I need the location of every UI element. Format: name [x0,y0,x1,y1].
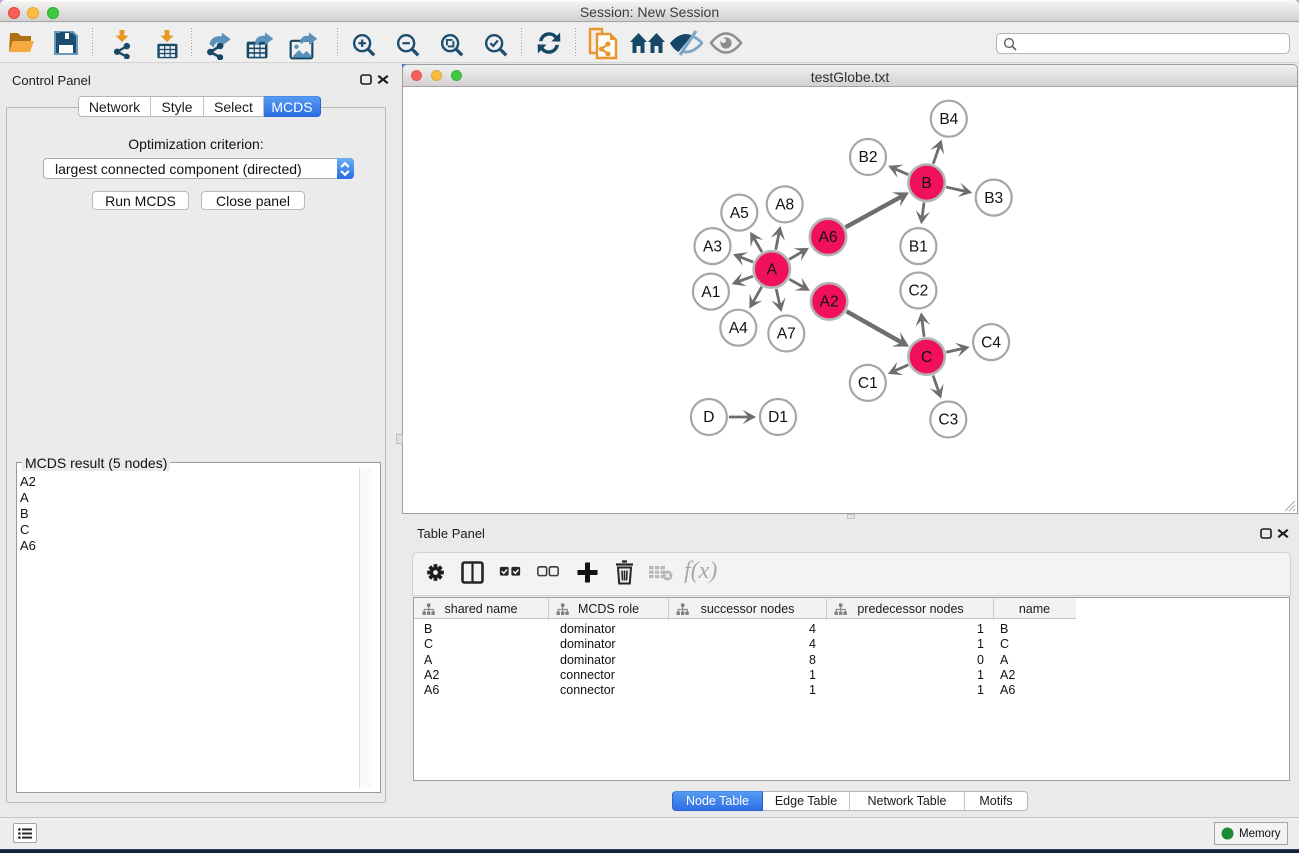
svg-text:A3: A3 [703,238,722,255]
svg-text:B4: B4 [939,111,958,128]
svg-text:A8: A8 [775,197,794,214]
svg-text:B3: B3 [984,190,1003,207]
svg-text:A7: A7 [777,326,796,343]
svg-text:D1: D1 [768,409,788,426]
svg-text:C4: C4 [981,334,1001,351]
svg-text:B2: B2 [859,149,878,166]
svg-text:C: C [921,349,932,366]
svg-text:A1: A1 [701,284,720,301]
svg-text:A2: A2 [820,294,839,311]
svg-text:C2: C2 [908,283,928,300]
svg-text:B: B [921,175,931,192]
svg-text:A5: A5 [730,205,749,222]
svg-text:A: A [767,262,778,279]
svg-text:A6: A6 [819,229,838,246]
svg-text:A4: A4 [729,320,748,337]
svg-text:D: D [703,409,714,426]
svg-text:B1: B1 [909,238,928,255]
svg-text:C3: C3 [938,412,958,429]
svg-text:C1: C1 [858,375,878,392]
